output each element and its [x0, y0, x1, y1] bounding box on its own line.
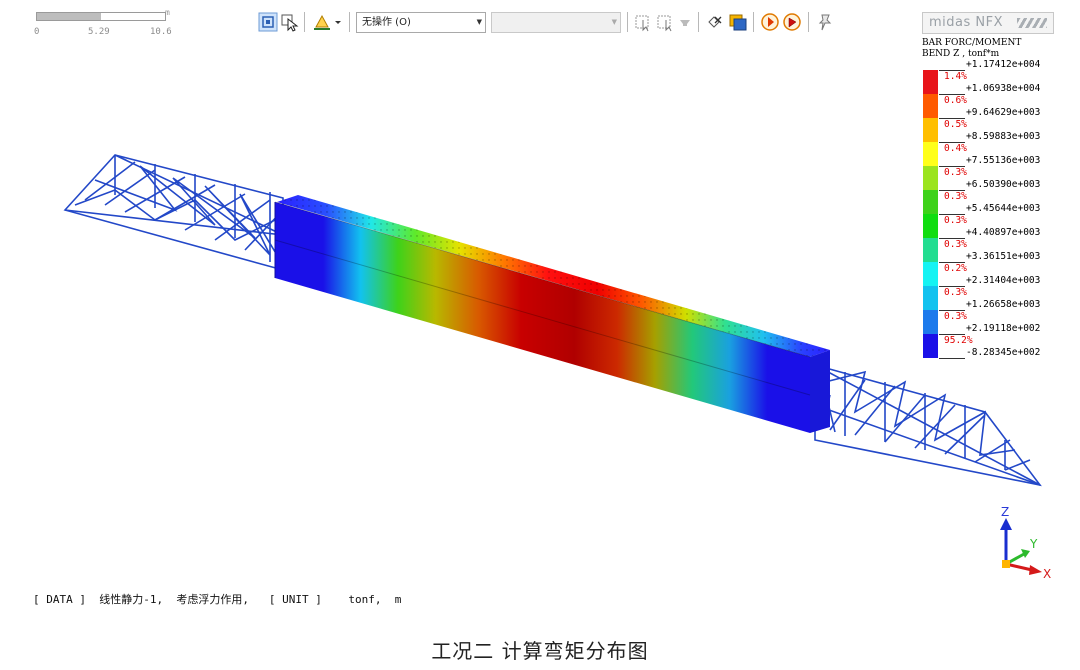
logo-text: midas NFX [929, 15, 1004, 30]
x-axis-arrow [1029, 565, 1042, 575]
action-select[interactable]: 无操作 (O) ▼ [356, 12, 486, 33]
toolbar-separator [304, 12, 305, 32]
legend-swatch [923, 70, 938, 94]
legend-value: +1.06938e+004 [966, 83, 1041, 94]
axis-triad: Z Y X [1000, 506, 1051, 581]
scale-tick-2: 10.6 [150, 27, 172, 37]
bending-moment-beam [274, 195, 830, 433]
pick-element-icon[interactable] [656, 12, 676, 32]
analysis-note: 考虑浮力作用, [176, 593, 249, 606]
legend-swatch [923, 118, 938, 142]
legend-percent: 0.5% [944, 119, 967, 130]
legend-percent: 0.6% [944, 95, 967, 106]
status-line: [ DATA ] 线性静力-1, 考虑浮力作用, [ UNIT ] tonf, … [33, 591, 401, 607]
truss-model-view[interactable] [55, 150, 1050, 500]
select-cursor-icon[interactable] [280, 12, 300, 32]
legend-swatch [923, 94, 938, 118]
hide-icon[interactable] [706, 12, 726, 32]
legend-subtitle: BEND Z , tonf*m [922, 49, 1000, 59]
view-style-icon[interactable] [312, 12, 332, 32]
pick-node-icon[interactable] [634, 12, 654, 32]
unit-value: tonf, m [348, 593, 402, 606]
toolbar-separator [753, 12, 754, 32]
chevron-down-icon: ▼ [476, 18, 482, 26]
secondary-select[interactable]: ▼ [491, 12, 621, 33]
scale-bar-fill [37, 13, 101, 20]
z-axis-arrow [1000, 518, 1012, 530]
dropdown-arrow-icon[interactable] [333, 12, 343, 32]
scale-bar-track [36, 12, 166, 21]
right-truss [814, 363, 1042, 487]
snap-point-icon[interactable] [782, 12, 802, 32]
scale-bar-unit: m [165, 8, 170, 17]
figure-caption: 工况二 计算弯矩分布图 [431, 639, 649, 663]
filter-icon[interactable] [678, 12, 692, 32]
scale-tick-1: 5.29 [88, 27, 110, 37]
view-toolbar: 无操作 (O) ▼ ▼ [256, 8, 846, 38]
y-axis-label: Y [1029, 537, 1038, 551]
z-axis-label: Z [1001, 506, 1009, 519]
snap-node-icon[interactable] [760, 12, 780, 32]
scale-tick-0: 0 [34, 27, 40, 37]
legend-value: +1.17412e+004 [966, 59, 1041, 70]
chevron-down-icon: ▼ [611, 18, 617, 26]
select-box-icon[interactable] [258, 12, 278, 32]
toolbar-separator [808, 12, 809, 32]
scale-bar: m 0 5.29 10.6 [34, 6, 194, 40]
data-tag: [ DATA ] [33, 593, 86, 606]
unit-tag: [ UNIT ] [268, 593, 322, 606]
toolbar-separator [627, 12, 628, 32]
legend-title: BAR FORC/MOMENT [922, 38, 1022, 48]
pin-icon[interactable] [816, 12, 836, 32]
toolbar-separator [698, 12, 699, 32]
legend-value: +8.59883e+003 [966, 131, 1041, 142]
x-axis-label: X [1043, 567, 1051, 581]
action-select-value: 无操作 (O) [362, 17, 411, 28]
midas-nfx-logo: midas NFX [922, 12, 1054, 34]
legend-value: +9.64629e+003 [966, 107, 1041, 118]
logo-stripes [1017, 18, 1047, 28]
left-truss [63, 154, 284, 272]
legend-percent: 1.4% [944, 71, 967, 82]
toolbar-separator [349, 12, 350, 32]
display-icon[interactable] [728, 12, 748, 32]
analysis-case: 线性静力-1, [99, 593, 164, 606]
origin-marker [1002, 560, 1010, 568]
